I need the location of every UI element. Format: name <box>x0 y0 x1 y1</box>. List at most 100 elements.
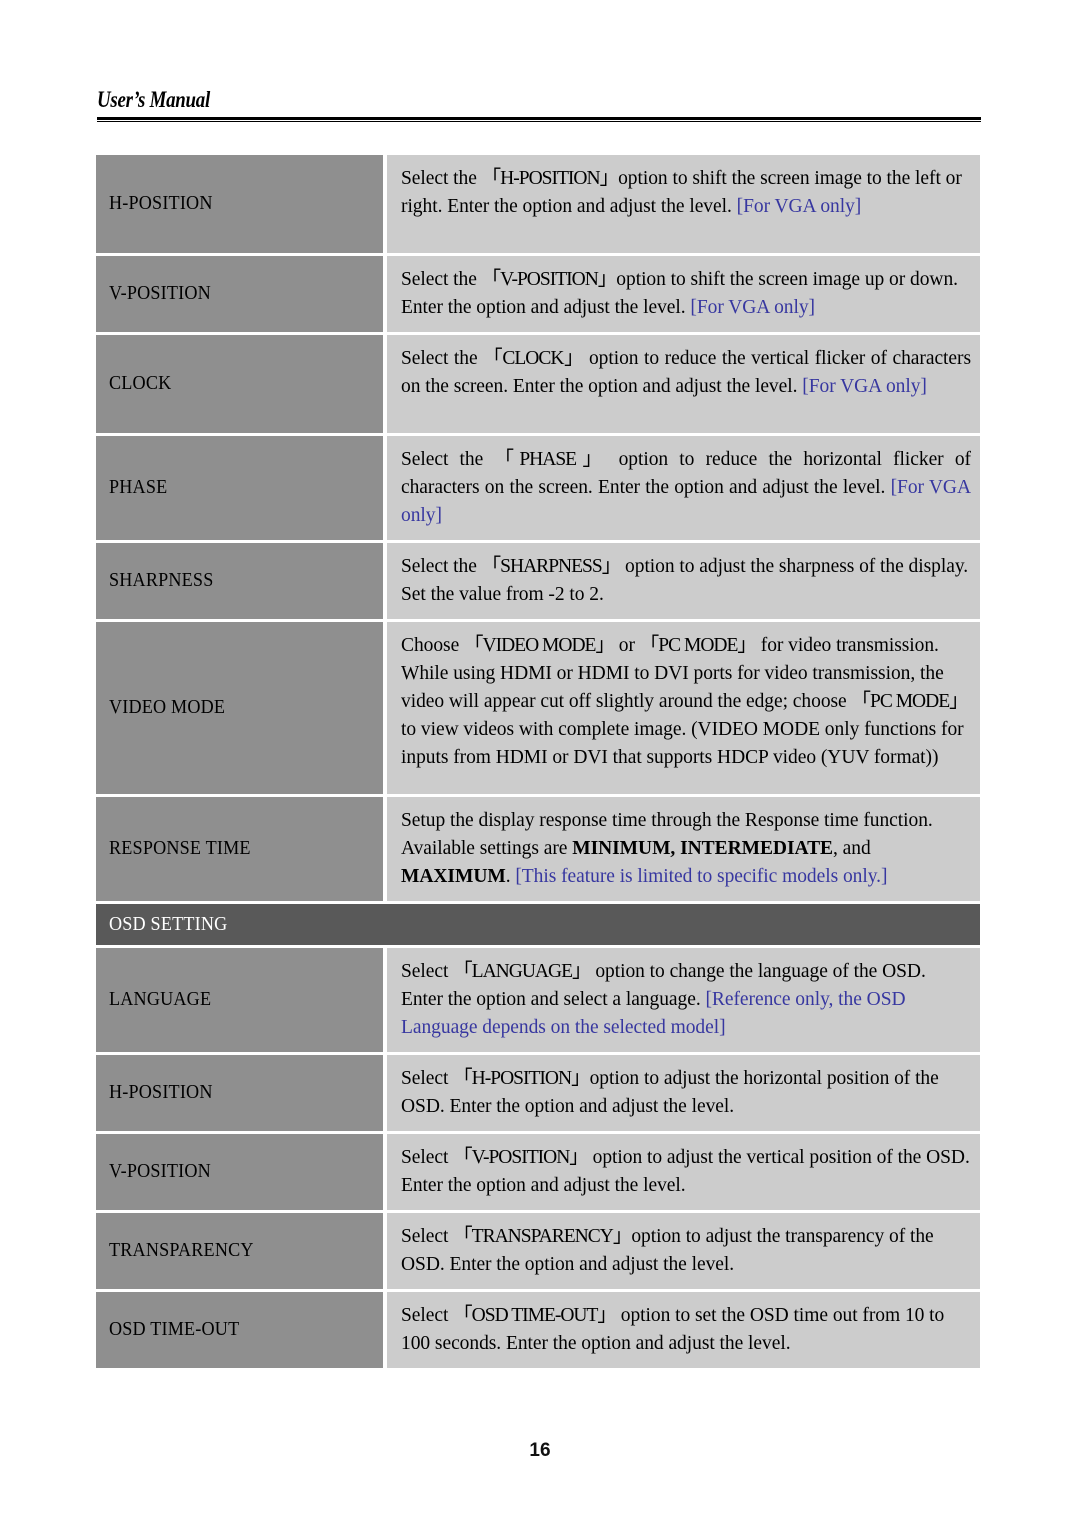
setting-description-cell: Select the 「SHARPNESS」 option to adjust … <box>387 543 980 619</box>
setting-name-cell: H-POSITION <box>96 1055 383 1131</box>
section-header-label: OSD SETTING <box>109 913 228 935</box>
table-row: PHASE Select the 「PHASE」 option to reduce… <box>96 436 980 540</box>
setting-name-label: V-POSITION <box>109 1161 211 1183</box>
setting-description-cell: Select the 「H-POSITION」option to shift t… <box>387 155 980 253</box>
description-fragment: or <box>613 635 640 656</box>
setting-name-cell: V-POSITION <box>96 1134 383 1210</box>
description-option-token: 「LANGUAGE」 <box>453 961 591 982</box>
page-title: User’s Manual <box>97 87 210 112</box>
setting-name-cell: TRANSPARENCY <box>96 1213 383 1289</box>
setting-description-text: Select the 「PHASE」 option to reduce the … <box>401 446 971 530</box>
setting-name-cell: VIDEO MODE <box>96 622 383 794</box>
setting-name-cell: RESPONSE TIME <box>96 797 383 901</box>
setting-description-text: Select the 「H-POSITION」option to shift t… <box>401 165 971 221</box>
description-emphasis: MAXIMUM <box>401 866 506 887</box>
setting-description-text: Select 「OSD TIME-OUT」 option to set the … <box>401 1302 971 1358</box>
description-option-token: 「TRANSPARENCY」 <box>453 1226 632 1247</box>
page-number: 16 <box>529 1440 551 1461</box>
description-note: [For VGA only] <box>802 376 927 397</box>
description-fragment: Select <box>401 1147 454 1168</box>
setting-description-text: Select the 「CLOCK」 option to reduce the … <box>401 345 971 401</box>
description-option-token: 「PC MODE」 <box>639 635 757 656</box>
description-fragment: Select the <box>401 269 482 290</box>
description-note: [For VGA only] <box>736 196 862 217</box>
table-row: CLOCK Select the 「CLOCK」 option to reduce… <box>96 335 980 433</box>
table-row: TRANSPARENCY Select 「TRANSPARENCY」option … <box>96 1213 980 1289</box>
setting-name-label: PHASE <box>109 477 168 499</box>
section-header: OSD SETTING <box>96 904 980 945</box>
description-fragment: Select the <box>401 168 482 189</box>
page-header: User’s Manual <box>97 87 981 123</box>
table-row: H-POSITION Select the 「H-POSITION」option … <box>96 155 980 253</box>
setting-description-cell: Select the 「CLOCK」 option to reduce the … <box>387 335 980 433</box>
setting-name-label: H-POSITION <box>109 1082 213 1104</box>
description-fragment: . <box>505 866 516 887</box>
setting-description-text: Select 「H-POSITION」option to adjust the … <box>401 1065 971 1121</box>
setting-description-text: Setup the display response time through … <box>401 807 971 891</box>
table-row: V-POSITION Select 「V-POSITION」 option to … <box>96 1134 980 1210</box>
description-fragment: Select <box>401 1305 454 1326</box>
setting-description-cell: Select 「H-POSITION」option to adjust the … <box>387 1055 980 1131</box>
table-row: SHARPNESS Select the 「SHARPNESS」 option t… <box>96 543 980 619</box>
setting-name-cell: LANGUAGE <box>96 948 383 1052</box>
setting-description-cell: Choose 「VIDEO MODE」 or 「PC MODE」 for vid… <box>387 622 980 794</box>
description-option-token: 「SHARPNESS」 <box>481 556 622 577</box>
setting-description-cell: Select 「LANGUAGE」 option to change the l… <box>387 948 980 1052</box>
table-row: OSD TIME-OUT Select 「OSD TIME-OUT」 option… <box>96 1292 980 1368</box>
setting-description-cell: Select the 「PHASE」 option to reduce the … <box>387 436 980 540</box>
manual-page: User’s Manual H-POSITION Select the 「H-PO… <box>0 0 1080 1528</box>
setting-name-cell: CLOCK <box>96 335 383 433</box>
setting-name-cell: SHARPNESS <box>96 543 383 619</box>
description-note: [For VGA only] <box>690 297 816 318</box>
description-fragment: Select the <box>401 449 495 470</box>
description-emphasis: MINIMUM, <box>572 838 676 859</box>
description-fragment: Select <box>401 1226 454 1247</box>
table-row: RESPONSE TIME Setup the display response … <box>96 797 980 901</box>
description-note: [This feature is limited to specific mod… <box>515 866 888 887</box>
setting-name-label: RESPONSE TIME <box>109 838 251 860</box>
setting-name-label: OSD TIME-OUT <box>109 1319 240 1341</box>
header-divider <box>97 117 981 123</box>
setting-description-text: Select the 「V-POSITION」option to shift t… <box>401 266 971 322</box>
description-option-token: 「VIDEO MODE」 <box>464 635 615 656</box>
description-option-token: 「CLOCK」 <box>483 348 584 369</box>
description-fragment: , and <box>833 838 871 859</box>
setting-description-text: Choose 「VIDEO MODE」 or 「PC MODE」 for vid… <box>401 632 971 772</box>
description-fragment: to view videos with complete image. (VID… <box>401 719 964 768</box>
description-emphasis: INTERMEDIATE <box>680 838 833 859</box>
setting-name-cell: H-POSITION <box>96 155 383 253</box>
setting-name-label: H-POSITION <box>109 193 213 215</box>
setting-name-label: V-POSITION <box>109 283 211 305</box>
description-fragment: Choose <box>401 635 465 656</box>
description-fragment: Select the <box>401 348 484 369</box>
setting-name-label: VIDEO MODE <box>109 697 226 719</box>
setting-name-label: CLOCK <box>109 373 172 395</box>
setting-name-cell: V-POSITION <box>96 256 383 332</box>
osd-settings-table: H-POSITION Select the 「H-POSITION」option … <box>96 155 980 1371</box>
page-footer: 16 <box>0 1440 1080 1462</box>
table-row: LANGUAGE Select 「LANGUAGE」 option to chan… <box>96 948 980 1052</box>
setting-description-cell: Select 「V-POSITION」 option to adjust the… <box>387 1134 980 1210</box>
table-row: V-POSITION Select the 「V-POSITION」option … <box>96 256 980 332</box>
setting-description-cell: Select 「TRANSPARENCY」option to adjust th… <box>387 1213 980 1289</box>
description-option-token: 「V-POSITION」 <box>481 269 618 290</box>
setting-description-cell: Select 「OSD TIME-OUT」 option to set the … <box>387 1292 980 1368</box>
description-fragment: Select the <box>401 556 482 577</box>
setting-name-cell: PHASE <box>96 436 383 540</box>
setting-name-cell: OSD TIME-OUT <box>96 1292 383 1368</box>
description-option-token: 「OSD TIME-OUT」 <box>453 1305 617 1326</box>
setting-description-text: Select 「TRANSPARENCY」option to adjust th… <box>401 1223 971 1279</box>
table-section-row: OSD SETTING <box>96 904 980 945</box>
setting-description-text: Select 「V-POSITION」 option to adjust the… <box>401 1144 971 1200</box>
setting-description-cell: Setup the display response time through … <box>387 797 980 901</box>
table-row: H-POSITION Select 「H-POSITION」option to a… <box>96 1055 980 1131</box>
description-fragment: Select <box>401 961 454 982</box>
setting-description-text: Select 「LANGUAGE」 option to change the l… <box>401 958 971 1042</box>
setting-description-text: Select the 「SHARPNESS」 option to adjust … <box>401 553 971 609</box>
setting-description-cell: Select the 「V-POSITION」option to shift t… <box>387 256 980 332</box>
description-option-token: 「H-POSITION」 <box>453 1068 590 1089</box>
setting-name-label: LANGUAGE <box>109 989 212 1011</box>
description-option-token: 「PC MODE」 <box>851 691 968 712</box>
description-option-token: 「H-POSITION」 <box>481 168 619 189</box>
table-row: VIDEO MODE Choose 「VIDEO MODE」 or 「PC MOD… <box>96 622 980 794</box>
